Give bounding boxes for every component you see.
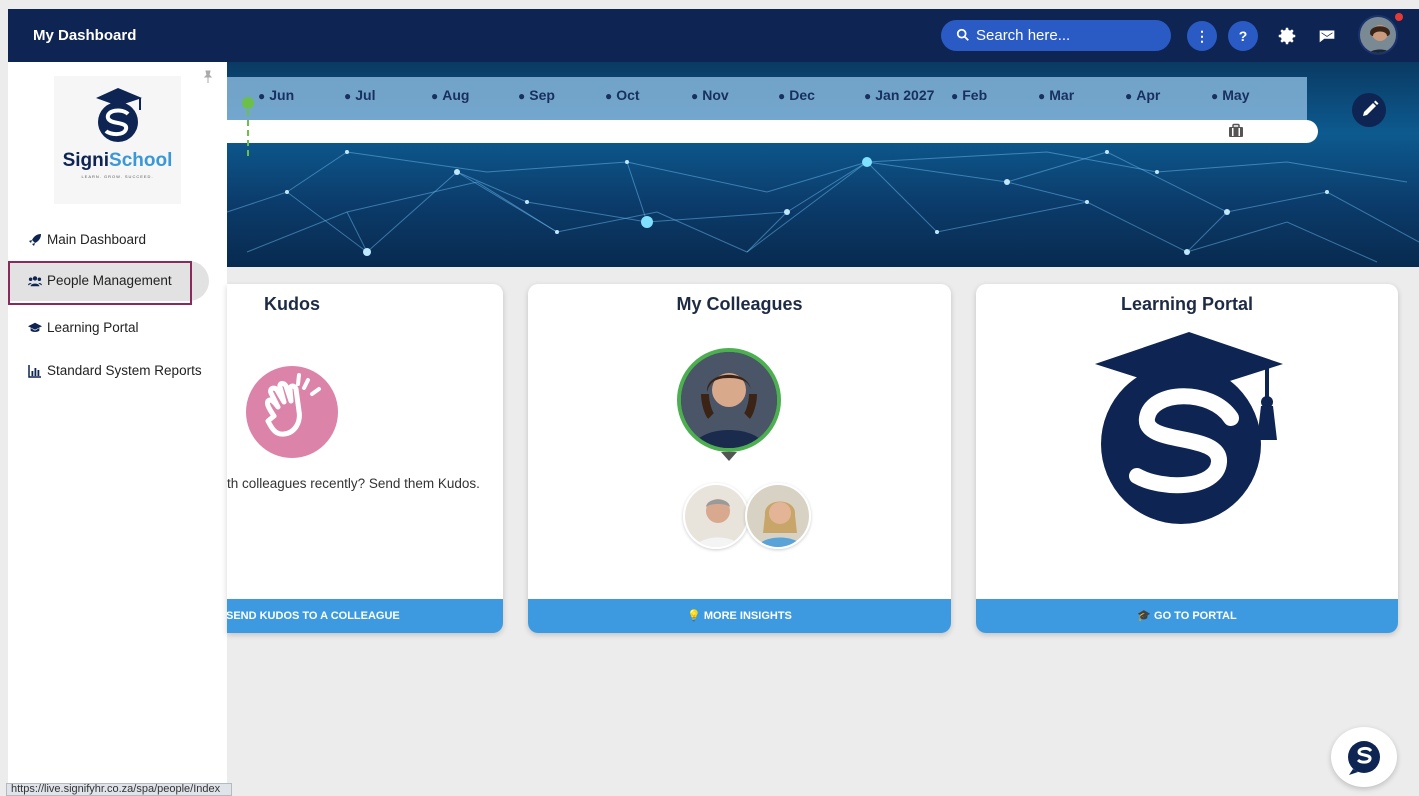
sidebar-item-main-dashboard[interactable]: Main Dashboard [8, 220, 227, 260]
card-title: Learning Portal [1120, 294, 1254, 314]
sidebar: SigniSchool LEARN. GROW. SUCCEED. Main D… [8, 62, 227, 796]
sidebar-item-standard-system-reports[interactable]: Standard System Reports [8, 351, 227, 391]
logo-text: SigniSchool [54, 150, 181, 172]
logo-text-part1: Signi [62, 150, 110, 171]
timeline-month: Apr [1125, 87, 1160, 103]
vertical-dots-icon: ⋮ [1195, 28, 1209, 44]
logo: SigniSchool LEARN. GROW. SUCCEED. [54, 76, 181, 204]
sidebar-item-label: Main Dashboard [47, 232, 147, 247]
colleague-photo [685, 485, 747, 547]
timeline-marker[interactable] [242, 97, 254, 109]
logo-tagline: LEARN. GROW. SUCCEED. [81, 174, 154, 179]
graduation-cap-icon [28, 322, 42, 332]
card-title: My Colleagues [676, 294, 803, 314]
sidebar-item-people-management[interactable]: People Management [8, 261, 209, 305]
banner: Jun Jul Aug Sep Oct Nov Dec Jan 2027 Feb… [227, 62, 1419, 267]
button-label: GO TO PORTAL [1154, 610, 1237, 622]
colleague-avatar[interactable] [745, 483, 811, 549]
more-options-button[interactable]: ⋮ [1187, 21, 1217, 51]
timeline-month: Feb [951, 87, 987, 103]
help-button[interactable]: ? [1228, 21, 1258, 51]
timeline-month: Jan 2027 [864, 87, 934, 103]
timeline-month: Aug [431, 87, 469, 103]
colleague-photo [747, 485, 809, 547]
gear-icon[interactable] [1276, 25, 1298, 47]
chat-logo-icon [1348, 741, 1380, 775]
timeline-month: May [1211, 87, 1249, 103]
user-avatar[interactable] [1358, 15, 1398, 55]
timeline-month: Mar [1038, 87, 1074, 103]
pencil-icon [1363, 100, 1379, 116]
sidebar-item-label: Standard System Reports [47, 363, 202, 378]
top-bar: My Dashboard Search here... ⋮ ? [8, 9, 1419, 62]
timeline-month: Oct [605, 87, 639, 103]
bar-chart-icon [28, 365, 41, 378]
sidebar-item-label: Learning Portal [47, 320, 139, 335]
search-icon [956, 28, 969, 41]
logo-text-part2: School [109, 150, 173, 171]
lightbulb-icon: 💡 [687, 610, 701, 622]
chat-button[interactable] [1331, 727, 1397, 787]
user-photo [1360, 17, 1396, 53]
waving-hand-icon [265, 373, 321, 437]
timeline-track [227, 120, 1318, 143]
timeline-month: Nov [691, 87, 728, 103]
timeline-month: Jun [258, 87, 294, 103]
kudos-message: th colleagues recently? Send them Kudos. [227, 476, 480, 491]
search-input[interactable]: Search here... [941, 20, 1171, 51]
expand-arrow-icon[interactable] [721, 452, 737, 461]
colleague-avatar-main[interactable] [677, 348, 781, 452]
colleague-photo [681, 352, 777, 448]
go-to-portal-button[interactable]: 🎓 GO TO PORTAL [976, 599, 1398, 633]
more-insights-button[interactable]: 💡 MORE INSIGHTS [528, 599, 951, 633]
messages-icon[interactable] [1316, 25, 1338, 47]
colleagues-card: My Colleagues 💡 MORE INSIGHTS [528, 284, 951, 633]
status-bar-url: https://live.signifyhr.co.za/spa/people/… [6, 783, 232, 796]
edit-button[interactable] [1352, 93, 1386, 127]
learning-portal-card: Learning Portal 🎓 GO TO PORTAL [976, 284, 1398, 633]
timeline-month: Jul [344, 87, 375, 103]
send-kudos-button[interactable]: SEND KUDOS TO A COLLEAGUE [227, 599, 503, 633]
notification-badge [1395, 13, 1403, 21]
button-label: MORE INSIGHTS [703, 610, 792, 622]
sidebar-item-learning-portal[interactable]: Learning Portal [8, 308, 227, 348]
search-placeholder: Search here... [976, 27, 1071, 44]
timeline-month: Dec [778, 87, 815, 103]
card-title: Kudos [264, 294, 320, 314]
briefcase-icon[interactable] [1228, 123, 1244, 139]
page-title: My Dashboard [33, 27, 137, 44]
rocket-icon [29, 234, 41, 246]
users-icon [28, 276, 42, 287]
learning-portal-logo-icon [1095, 332, 1283, 524]
pin-icon[interactable] [201, 70, 215, 84]
kudos-icon [246, 366, 338, 458]
timeline: Jun Jul Aug Sep Oct Nov Dec Jan 2027 Feb… [227, 77, 1307, 120]
button-label: SEND KUDOS TO A COLLEAGUE [227, 610, 400, 622]
timeline-month: Sep [518, 87, 555, 103]
graduation-cap-icon: 🎓 [1137, 610, 1151, 622]
timeline-marker-line [247, 110, 249, 156]
question-icon: ? [1238, 28, 1248, 44]
sidebar-item-label: People Management [47, 273, 172, 288]
signischool-logo-icon [96, 88, 142, 142]
kudos-card: Kudos th colleagues recently? Send them … [227, 284, 503, 633]
colleague-avatar[interactable] [683, 483, 749, 549]
